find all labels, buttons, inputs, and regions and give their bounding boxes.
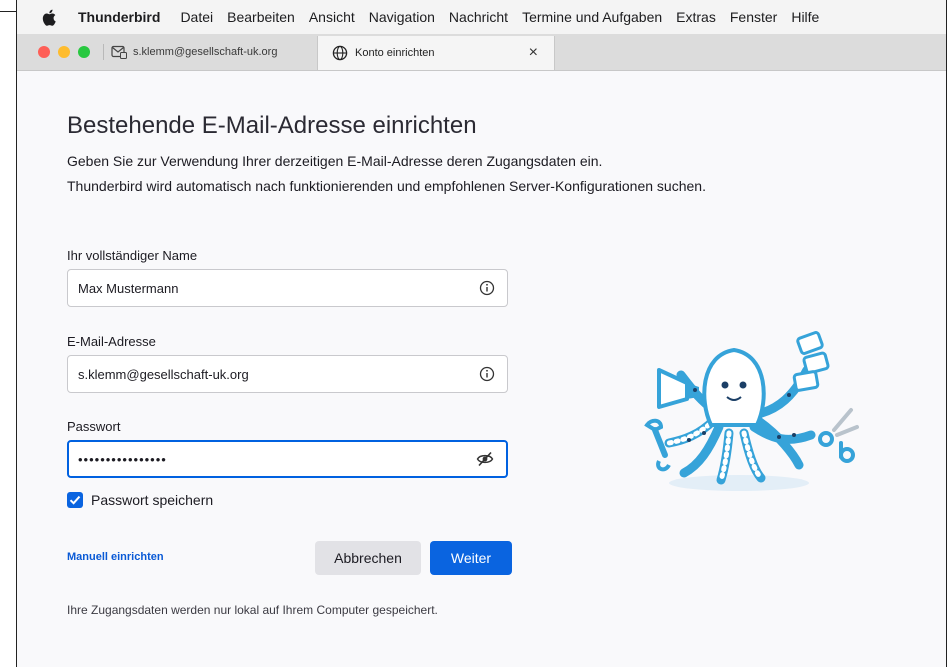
tab-konto-einrichten[interactable]: Konto einrichten × [317,36,555,70]
name-field-label: Ihr vollständiger Name [67,248,198,263]
mail-icon [111,45,127,59]
page-title: Bestehende E-Mail-Adresse einrichten [67,112,477,139]
remember-password-checkbox[interactable] [67,492,83,508]
intro-text-line1: Geben Sie zur Verwendung Ihrer derzeitig… [67,153,603,169]
intro-text-line2: Thunderbird wird automatisch nach funkti… [67,178,706,194]
info-icon[interactable] [479,280,495,296]
info-icon[interactable] [479,366,495,382]
password-field-label: Passwort [67,419,121,434]
remember-password-label[interactable]: Passwort speichern [91,492,213,508]
window-minimize-button[interactable] [58,46,70,58]
account-setup-page: Bestehende E-Mail-Adresse einrichten Geb… [17,71,946,667]
menu-navigation[interactable]: Navigation [369,9,435,25]
tab-mail[interactable]: s.klemm@gesellschaft-uk.org [111,34,277,70]
menu-nachricht[interactable]: Nachricht [449,9,508,25]
name-field-value: Max Mustermann [78,280,179,296]
password-field[interactable]: •••••••••••••••• [67,440,508,478]
menu-bearbeiten[interactable]: Bearbeiten [227,9,295,25]
name-field[interactable]: Max Mustermann [67,269,508,307]
email-field-value: s.klemm@gesellschaft-uk.org [78,366,249,382]
menu-datei[interactable]: Datei [180,9,213,25]
privacy-note: Ihre Zugangsdaten werden nur lokal auf I… [67,603,438,617]
globe-icon [332,45,348,61]
password-field-value: •••••••••••••••• [78,451,167,467]
cancel-button[interactable]: Abbrechen [315,541,421,575]
window-frame-top [0,11,17,12]
checkmark-icon [69,495,81,505]
window-close-button[interactable] [38,46,50,58]
email-field-label: E-Mail-Adresse [67,334,156,349]
tab-konto-label: Konto einrichten [355,47,435,59]
eye-slash-icon[interactable] [476,451,494,467]
menu-extras[interactable]: Extras [676,9,716,25]
menu-app-name[interactable]: Thunderbird [78,9,160,25]
tab-separator [103,44,104,60]
menu-hilfe[interactable]: Hilfe [791,9,819,25]
window-zoom-button[interactable] [78,46,90,58]
octopus-mascot-icon [644,331,859,491]
tab-mail-label: s.klemm@gesellschaft-uk.org [133,46,278,58]
manual-setup-link[interactable]: Manuell einrichten [67,551,164,563]
next-button[interactable]: Weiter [430,541,512,575]
menu-ansicht[interactable]: Ansicht [309,9,355,25]
tab-bar: s.klemm@gesellschaft-uk.org Konto einric… [17,34,946,71]
apple-logo-icon[interactable] [42,9,56,26]
menu-bar: Thunderbird Datei Bearbeiten Ansicht Nav… [17,0,946,34]
email-field[interactable]: s.klemm@gesellschaft-uk.org [67,355,508,393]
menu-termine[interactable]: Termine und Aufgaben [522,9,662,25]
menu-fenster[interactable]: Fenster [730,9,777,25]
close-tab-icon[interactable]: × [529,45,538,61]
